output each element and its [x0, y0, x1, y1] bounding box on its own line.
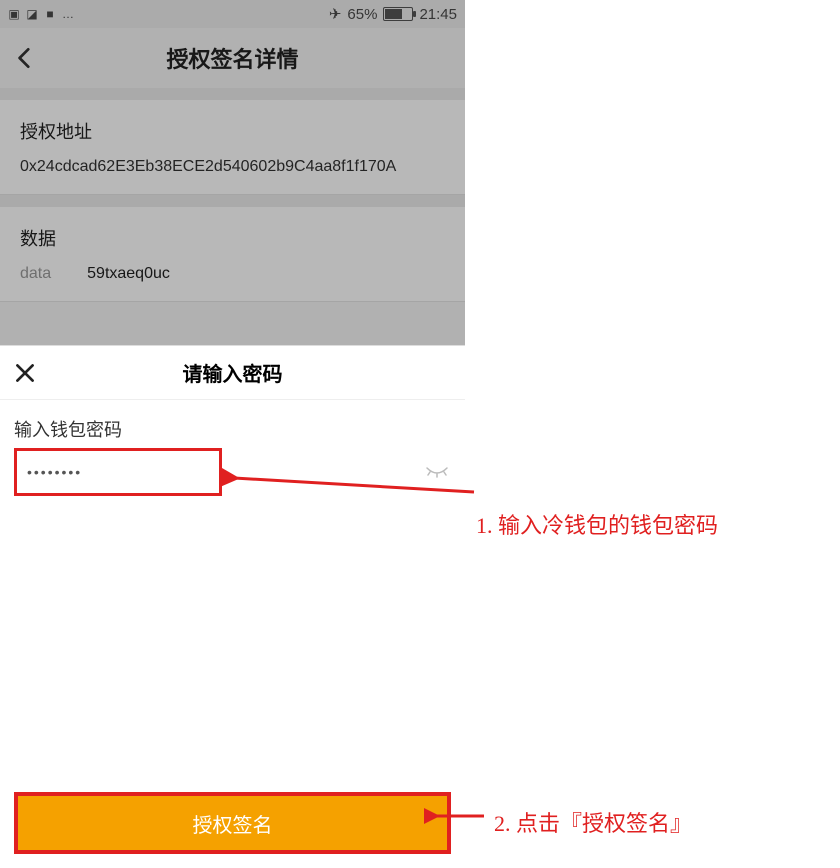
- back-icon[interactable]: [12, 45, 38, 71]
- annotation-step1: 1. 输入冷钱包的钱包密码: [476, 508, 718, 540]
- auth-address-value: 0x24cdcad62E3Eb38ECE2d540602b9C4aa8f1f17…: [20, 158, 445, 176]
- data-section-label: 数据: [20, 225, 445, 251]
- sheet-title: 请输入密码: [0, 358, 465, 387]
- status-icon-3: ■: [44, 7, 56, 21]
- battery-percent: 65%: [347, 6, 377, 23]
- nav-bar: 授权签名详情: [0, 28, 465, 88]
- status-icon-1: ▣: [8, 7, 20, 21]
- airplane-mode-icon: ✈: [329, 5, 342, 23]
- data-key: data: [20, 265, 51, 283]
- close-icon[interactable]: [12, 360, 38, 386]
- sheet-header: 请输入密码: [0, 346, 465, 400]
- clock-time: 21:45: [419, 6, 457, 23]
- status-bar: ▣ ◪ ■ … ✈ 65% 21:45: [0, 0, 465, 28]
- data-section: 数据 data 59txaeq0uc: [0, 207, 465, 302]
- password-sheet: 请输入密码 输入钱包密码 授权签名: [0, 345, 465, 868]
- status-left-icons: ▣ ◪ ■ …: [8, 7, 74, 21]
- status-right: ✈ 65% 21:45: [329, 5, 457, 23]
- status-icon-2: ◪: [26, 7, 38, 21]
- phone-frame: ▣ ◪ ■ … ✈ 65% 21:45 授权签名详情 授权地址 0x24cdca…: [0, 0, 465, 868]
- page-title: 授权签名详情: [0, 42, 465, 74]
- status-icon-4: …: [62, 7, 74, 21]
- battery-icon: [383, 7, 413, 21]
- wallet-password-input[interactable]: [14, 448, 222, 496]
- data-value: 59txaeq0uc: [87, 265, 170, 283]
- auth-address-section: 授权地址 0x24cdcad62E3Eb38ECE2d540602b9C4aa8…: [0, 100, 465, 195]
- auth-address-label: 授权地址: [20, 118, 445, 144]
- authorize-sign-button[interactable]: 授权签名: [18, 796, 447, 850]
- password-field-label: 输入钱包密码: [14, 416, 451, 442]
- annotation-arrow-1: [222, 466, 482, 508]
- annotation-step2: 2. 点击『授权签名』: [494, 806, 692, 838]
- annotation-arrow-2: [424, 804, 492, 828]
